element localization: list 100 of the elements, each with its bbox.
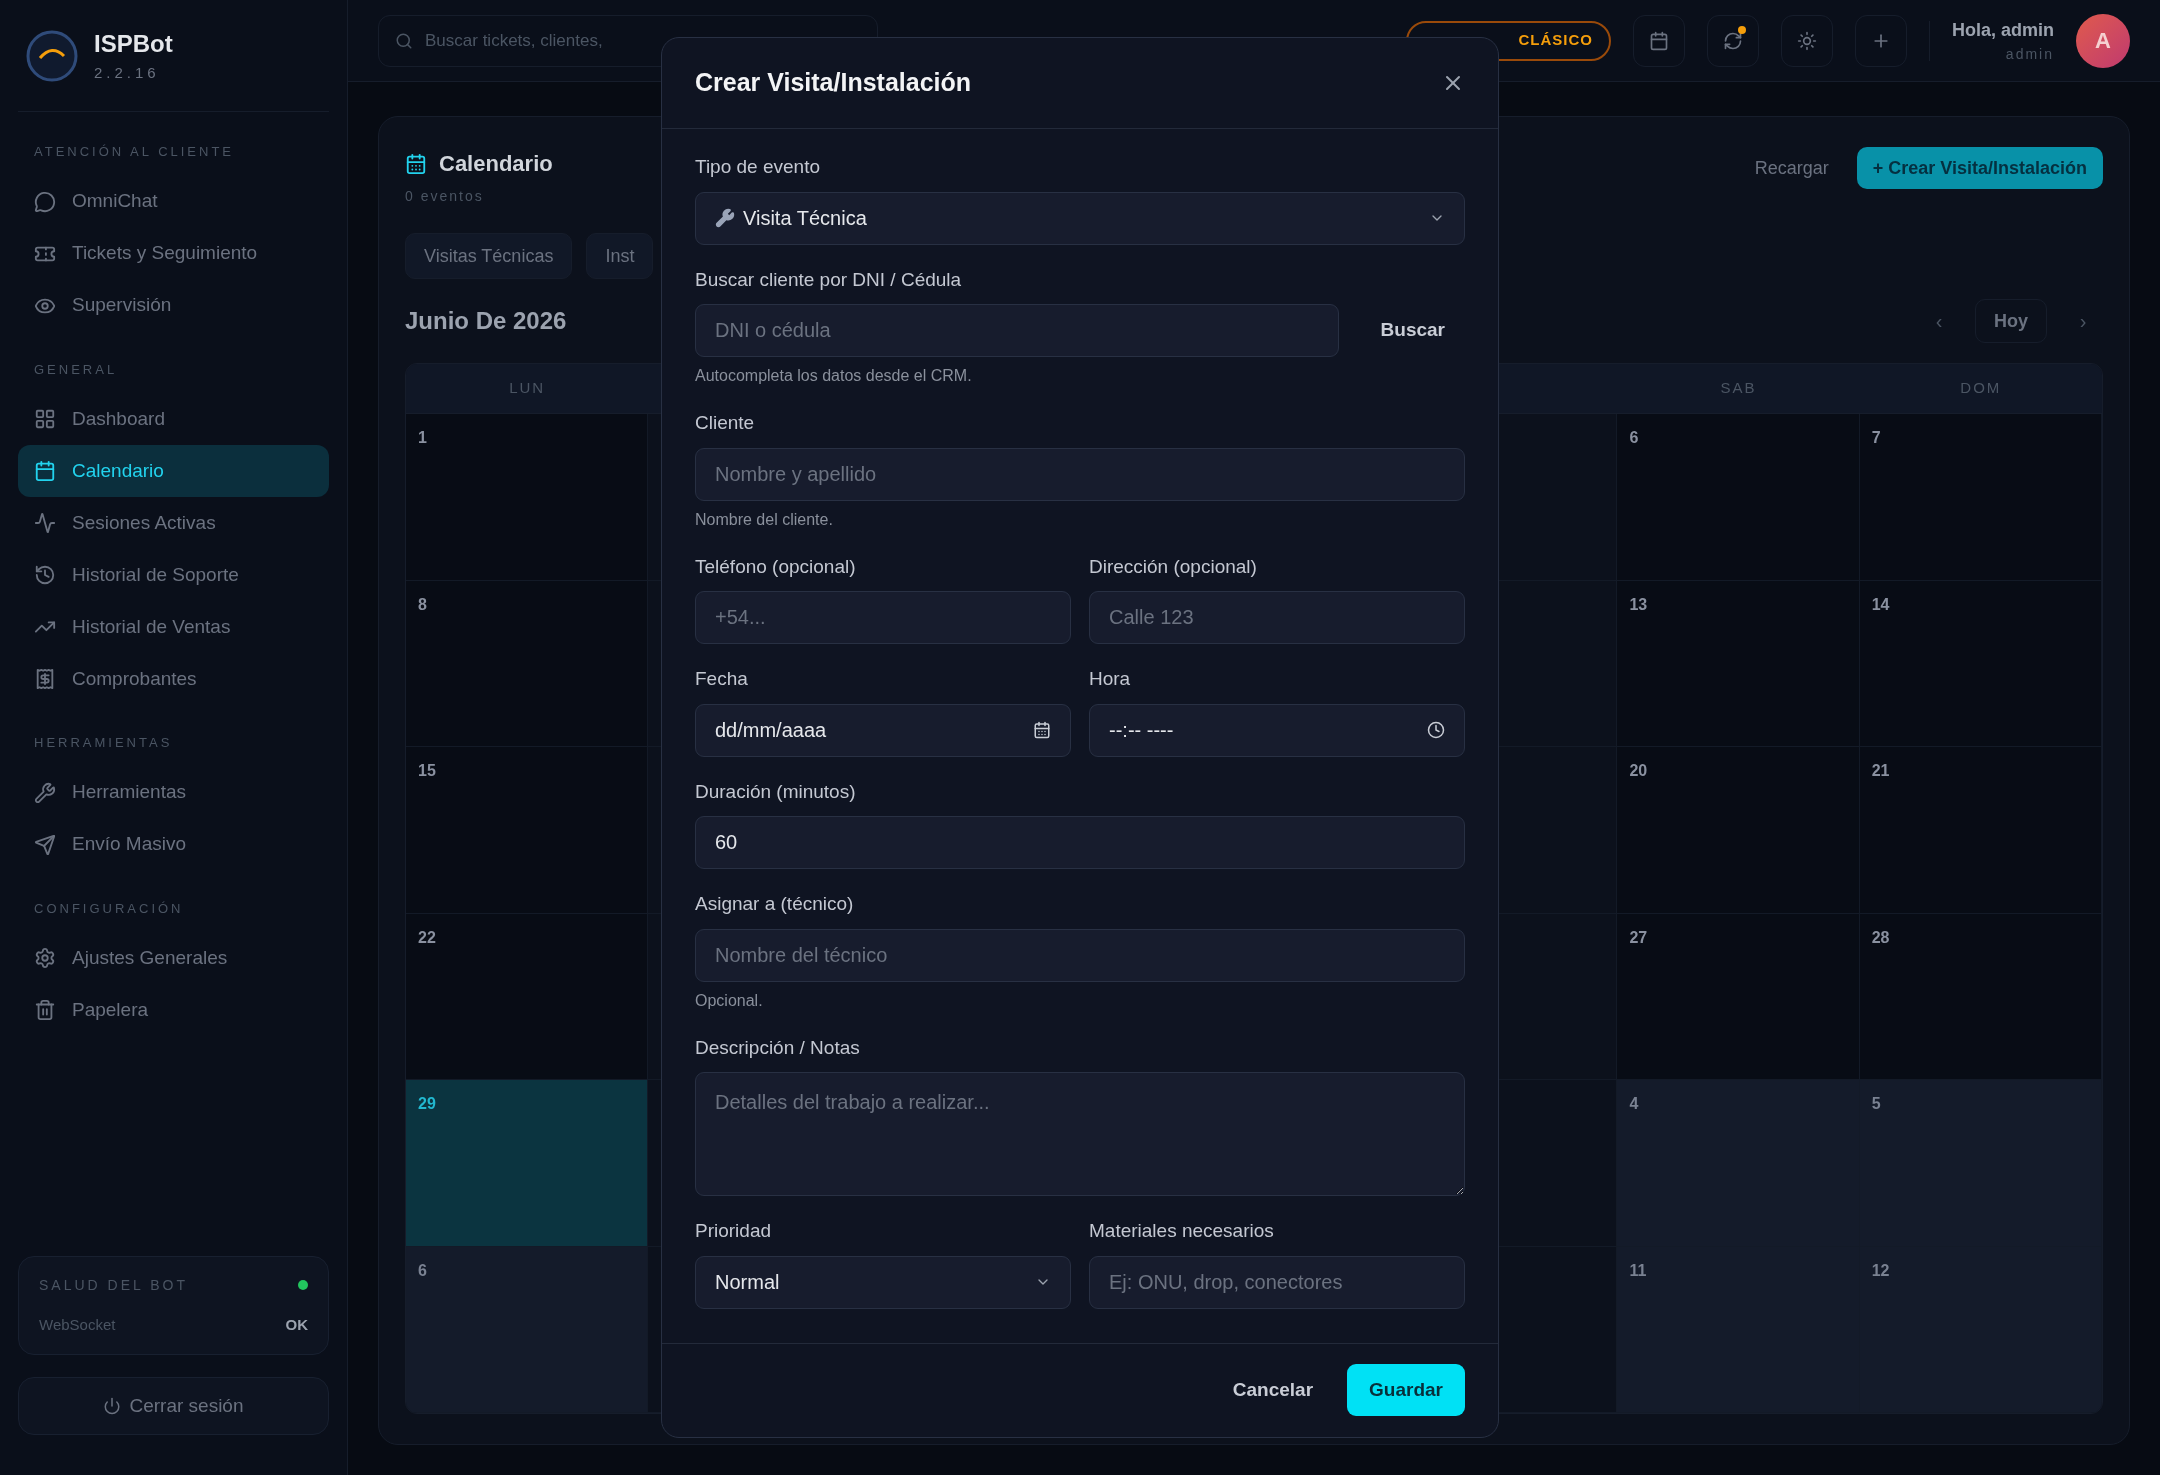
priority-select[interactable]: Normal	[695, 1255, 1071, 1309]
page-title: Calendario	[439, 150, 553, 178]
sidebar-item[interactable]: Historial de Ventas	[18, 601, 329, 653]
day-number: 1	[418, 429, 427, 446]
sidebar-item[interactable]: Ajustes Generales	[18, 932, 329, 984]
field-label: Duración (minutos)	[695, 779, 857, 804]
field-hint: Autocompleta los datos desde el CRM.	[695, 366, 973, 386]
number-input-field[interactable]: 60	[695, 816, 1465, 869]
day-cell[interactable]: 29	[406, 1080, 649, 1246]
send-icon	[34, 833, 56, 856]
dni-input-field[interactable]: DNI o cédula	[695, 304, 1339, 357]
field-label: Cliente	[695, 411, 756, 435]
pulse-icon	[34, 512, 56, 534]
day-number: 11	[1629, 1261, 1647, 1279]
toolbar-button[interactable]	[1781, 14, 1833, 67]
user-avatar[interactable]: A	[2076, 13, 2130, 68]
day-cell[interactable]: 15	[406, 747, 649, 913]
sidebar-item[interactable]: Dashboard	[18, 393, 329, 445]
today-button[interactable]: Hoy	[1975, 299, 2047, 343]
day-cell[interactable]: 28	[1859, 913, 2102, 1079]
user-greeting: Hola, admin	[1952, 18, 2054, 42]
text-input-field[interactable]: Ej: ONU, drop, conectores	[1089, 1255, 1465, 1309]
event-count: 0 eventos	[405, 187, 485, 206]
month-title: Junio De 2026	[405, 306, 567, 336]
weekday-header: DOM	[1960, 378, 2002, 399]
filter-chip[interactable]: Visitas Técnicas	[405, 233, 573, 279]
text-input-field[interactable]: Calle 123	[1089, 591, 1465, 644]
previous-button[interactable]: ‹	[1919, 306, 1959, 336]
field-label: Prioridad	[695, 1219, 773, 1243]
day-cell[interactable]: 22	[406, 913, 649, 1079]
filter-chip[interactable]: Inst	[586, 233, 654, 279]
day-number: 12	[1871, 1261, 1890, 1279]
field-hint: Opcional.	[695, 990, 764, 1011]
day-cell[interactable]: 21	[1859, 747, 2102, 913]
event-type-select[interactable]: Visita Técnica	[695, 191, 1465, 245]
day-cell[interactable]: 12	[1859, 1246, 2102, 1412]
sidebar-item[interactable]: Comprobantes	[18, 653, 329, 705]
day-cell[interactable]: 1	[406, 414, 649, 580]
chat-icon	[34, 190, 56, 213]
logout-button[interactable]: Cerrar sesión	[18, 1377, 329, 1435]
field-label: Teléfono (opcional)	[695, 554, 857, 579]
cancel-button[interactable]: Cancelar	[1232, 1375, 1314, 1405]
field-hint: Nombre del cliente.	[695, 509, 834, 530]
health-label: WebSocket	[39, 1314, 116, 1335]
version-text: 2.2.16	[94, 63, 161, 84]
day-cell[interactable]: 8	[406, 580, 649, 746]
next-button[interactable]: ›	[2063, 306, 2103, 336]
day-cell[interactable]: 6	[406, 1246, 649, 1412]
toolbar-button[interactable]	[1633, 14, 1685, 67]
day-cell[interactable]: 5	[1859, 1080, 2102, 1246]
create-button[interactable]: + Crear Visita/Instalación	[1856, 147, 2103, 189]
sidebar-item[interactable]: Calendario	[18, 445, 329, 497]
day-cell[interactable]: 27	[1617, 913, 1860, 1079]
day-cell[interactable]: 13	[1617, 580, 1860, 746]
day-cell[interactable]: 11	[1617, 1246, 1860, 1412]
health-value: OK	[285, 1314, 308, 1335]
time-input-field[interactable]: --:-- ----	[1089, 703, 1465, 757]
section-heading: GENERAL	[33, 360, 119, 379]
sidebar-item[interactable]: Papelera	[18, 984, 329, 1036]
day-number: 8	[418, 595, 427, 613]
day-number: 20	[1629, 762, 1648, 779]
reload-button[interactable]: Recargar	[1754, 154, 1829, 182]
save-button[interactable]: Guardar	[1347, 1364, 1465, 1416]
notes-text-area[interactable]: Detalles del trabajo a realizar...	[695, 1072, 1465, 1196]
sidebar-item[interactable]: Herramientas	[18, 766, 329, 819]
dialog-title: Crear Visita/Instalación	[695, 67, 972, 99]
field-label: Asignar a (técnico)	[695, 892, 855, 916]
wrench-icon	[715, 208, 735, 228]
receipt-icon	[34, 668, 56, 690]
text-input-field[interactable]: Nombre y apellido	[695, 447, 1465, 501]
day-number: 5	[1871, 1095, 1881, 1112]
text-input-field[interactable]: +54...	[695, 591, 1071, 644]
day-number: 28	[1871, 928, 1890, 946]
day-number: 22	[418, 928, 436, 946]
calendar-icon	[1033, 721, 1051, 739]
sidebar-item[interactable]: OmniChat	[18, 175, 329, 228]
section-heading: CONFIGURACIÓN	[33, 899, 185, 918]
sidebar-item[interactable]: Sesiones Activas	[18, 497, 329, 549]
day-cell[interactable]: 7	[1859, 414, 2102, 580]
day-number: 13	[1629, 595, 1648, 613]
weekday-header: LUN	[509, 378, 546, 399]
day-cell[interactable]: 4	[1617, 1080, 1860, 1246]
sidebar-item[interactable]: Historial de Soporte	[18, 549, 329, 601]
toolbar-button[interactable]	[1707, 14, 1759, 67]
field-label: Hora	[1089, 667, 1132, 691]
sidebar-item[interactable]: Tickets y Seguimiento	[18, 227, 329, 280]
day-cell[interactable]: 20	[1617, 747, 1860, 913]
sidebar-item[interactable]: Supervisión	[18, 279, 329, 332]
user-role: admin	[2005, 44, 2054, 64]
brand-name: ISPBot	[94, 29, 173, 60]
search-button[interactable]: Buscar	[1360, 304, 1465, 357]
sidebar-item[interactable]: Envío Masivo	[18, 818, 329, 871]
day-cell[interactable]: 14	[1859, 580, 2102, 746]
text-input-field[interactable]: Nombre del técnico	[695, 928, 1465, 982]
field-label: Dirección (opcional)	[1089, 554, 1258, 579]
section-heading: ATENCIÓN AL CLIENTE	[33, 143, 236, 161]
field-label: Materiales necesarios	[1089, 1219, 1275, 1243]
date-input-field[interactable]: dd/mm/aaaa	[695, 703, 1071, 757]
day-cell[interactable]: 6	[1617, 414, 1860, 580]
logo-icon	[26, 29, 78, 82]
